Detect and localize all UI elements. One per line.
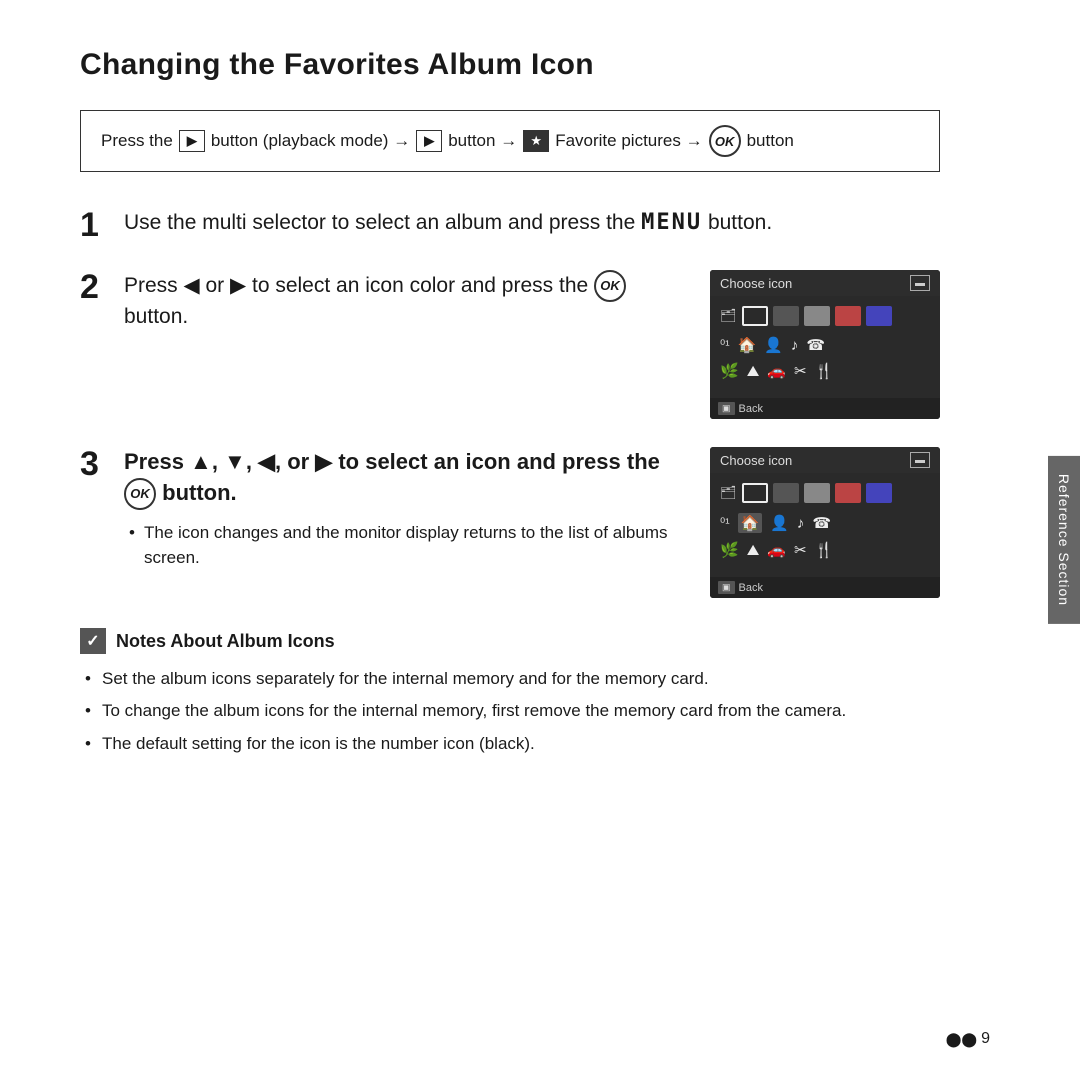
step2-number: 2 — [80, 270, 110, 304]
icon-mountain: ⛰ — [747, 363, 760, 380]
step3: 3 Press ▲, ▼, ◀, or ▶ to select an icon … — [80, 447, 940, 598]
page-title: Changing the Favorites Album Icon — [80, 48, 940, 82]
footer-back-label-3: Back — [739, 582, 763, 594]
main-content: Changing the Favorites Album Icon Press … — [0, 0, 1020, 803]
playback-btn-icon: ▶ — [179, 130, 205, 152]
step1-content: Use the multi selector to select an albu… — [124, 208, 940, 239]
camera-screen-step2: Choose icon ▬ 🗂 — [710, 270, 940, 419]
color-box-3 — [804, 306, 830, 326]
camera-screen-step3: Choose icon ▬ 🗂 ⁰¹ 🏠 👤 — [710, 447, 940, 598]
step3-text-section: Press ▲, ▼, ◀, or ▶ to select an icon an… — [124, 447, 686, 575]
color-row-step2: 🗂 — [718, 306, 932, 326]
color-box-1-3 — [742, 483, 768, 503]
step3-bullets: The icon changes and the monitor display… — [124, 520, 686, 571]
screen-header-icon: ▬ — [910, 275, 930, 291]
notes-bullet-2: To change the album icons for the intern… — [80, 698, 940, 724]
ok-btn-step2: OK — [594, 270, 626, 302]
icon-mountain-3: ⛰ — [747, 542, 760, 559]
step2-layout: Press ◀ or ▶ to select an icon color and… — [124, 270, 940, 419]
ok-btn-step3: OK — [124, 478, 156, 510]
step3-number: 3 — [80, 447, 124, 481]
check-icon: ✓ — [80, 628, 106, 654]
color-row-step3: 🗂 — [718, 483, 932, 503]
notes-bullet-3: The default setting for the icon is the … — [80, 731, 940, 757]
icon-num: ⁰¹ — [720, 337, 730, 353]
step3-bullet: The icon changes and the monitor display… — [124, 520, 686, 571]
icon-person: 👤 — [764, 336, 783, 354]
notes-title: Notes About Album Icons — [116, 631, 335, 652]
screen-footer-step3: ▣ Back — [710, 577, 940, 598]
icon-car-3: 🚗 — [767, 541, 786, 559]
icon-leaf-3: 🌿 — [720, 541, 739, 559]
icon-phone-3: ☎ — [812, 514, 831, 532]
screen-footer-step2: ▣ Back — [710, 398, 940, 419]
reference-tab: Reference Section — [1048, 456, 1080, 624]
step2: 2 Press ◀ or ▶ to select an icon color a… — [80, 270, 940, 419]
menu-label: MENU — [641, 210, 702, 235]
page-number: ⬤⬤ 9 — [946, 1030, 990, 1048]
navigation-box: Press the ▶ button (playback mode) → ▶ b… — [80, 110, 940, 172]
page-num: 9 — [981, 1030, 990, 1048]
color-box-5-3 — [866, 483, 892, 503]
step2-content: Press ◀ or ▶ to select an icon color and… — [124, 270, 940, 419]
nav-suffix: button — [747, 131, 794, 151]
color-box-3-3 — [804, 483, 830, 503]
ok-btn-nav: OK — [709, 125, 741, 157]
step2-text: Press ◀ or ▶ to select an icon color and… — [124, 274, 626, 328]
folder-icon-3: 🗂 — [720, 485, 737, 501]
step3-text: Press ▲, ▼, ◀, or ▶ to select an icon an… — [124, 447, 686, 510]
step1: 1 Use the multi selector to select an al… — [80, 208, 940, 242]
notes-section: ✓ Notes About Album Icons Set the album … — [80, 628, 940, 757]
screen-body-step3: 🗂 ⁰¹ 🏠 👤 ♪ ☎ 🌿 — [710, 473, 940, 577]
icon-car: 🚗 — [767, 362, 786, 380]
icon-phone: ☎ — [806, 336, 825, 354]
screen-header-step2: Choose icon ▬ — [710, 270, 940, 296]
icon-row1-step3: ⁰¹ 🏠 👤 ♪ ☎ — [718, 513, 932, 533]
icon-person-3: 👤 — [770, 514, 789, 532]
screen-body-step2: 🗂 ⁰¹ 🏠 👤 ♪ ☎ — [710, 296, 940, 398]
playback-btn-icon2: ▶ — [416, 130, 442, 152]
notes-bullet-1: Set the album icons separately for the i… — [80, 666, 940, 692]
nav-sep2: button → — [448, 131, 517, 151]
icon-row1-step2: ⁰¹ 🏠 👤 ♪ ☎ — [718, 336, 932, 354]
color-box-2-3 — [773, 483, 799, 503]
step1-text: Use the multi selector to select an albu… — [124, 211, 772, 234]
icon-music-3: ♪ — [797, 515, 805, 532]
step2-text-area: Press ◀ or ▶ to select an icon color and… — [124, 270, 686, 331]
icon-row2-step3: 🌿 ⛰ 🚗 ✂ 🍴 — [718, 541, 932, 559]
icon-row2-step2: 🌿 ⛰ 🚗 ✂ 🍴 — [718, 362, 932, 380]
notes-bullets: Set the album icons separately for the i… — [80, 666, 940, 757]
folder-icon: 🗂 — [720, 308, 737, 324]
icon-scissors-3: ✂ — [794, 541, 807, 559]
footer-btn-icon-3: ▣ — [718, 581, 735, 594]
color-box-2 — [773, 306, 799, 326]
screen-header-step3: Choose icon ▬ — [710, 447, 940, 473]
step1-number: 1 — [80, 208, 110, 242]
footer-btn-icon: ▣ — [718, 402, 735, 415]
footer-back-label: Back — [739, 403, 763, 415]
nav-prefix: Press the — [101, 131, 173, 151]
color-box-1 — [742, 306, 768, 326]
color-box-4 — [835, 306, 861, 326]
step3-right: Press ▲, ▼, ◀, or ▶ to select an icon an… — [124, 447, 940, 598]
nav-sep1: button (playback mode) → — [211, 131, 410, 151]
icon-house-3: 🏠 — [738, 513, 763, 533]
notes-header: ✓ Notes About Album Icons — [80, 628, 940, 654]
fav-icon: ★ — [523, 130, 549, 152]
page-icon: ⬤⬤ — [946, 1031, 977, 1048]
icon-house: 🏠 — [738, 336, 757, 354]
color-box-4-3 — [835, 483, 861, 503]
icon-fork-3: 🍴 — [815, 541, 834, 559]
screen-header-icon-3: ▬ — [910, 452, 930, 468]
icon-scissors: ✂ — [794, 362, 807, 380]
nav-sep3: Favorite pictures → — [555, 131, 702, 151]
icon-leaf: 🌿 — [720, 362, 739, 380]
icon-fork: 🍴 — [815, 362, 834, 380]
color-box-5 — [866, 306, 892, 326]
icon-num-3: ⁰¹ — [720, 515, 730, 531]
icon-music: ♪ — [791, 337, 799, 354]
